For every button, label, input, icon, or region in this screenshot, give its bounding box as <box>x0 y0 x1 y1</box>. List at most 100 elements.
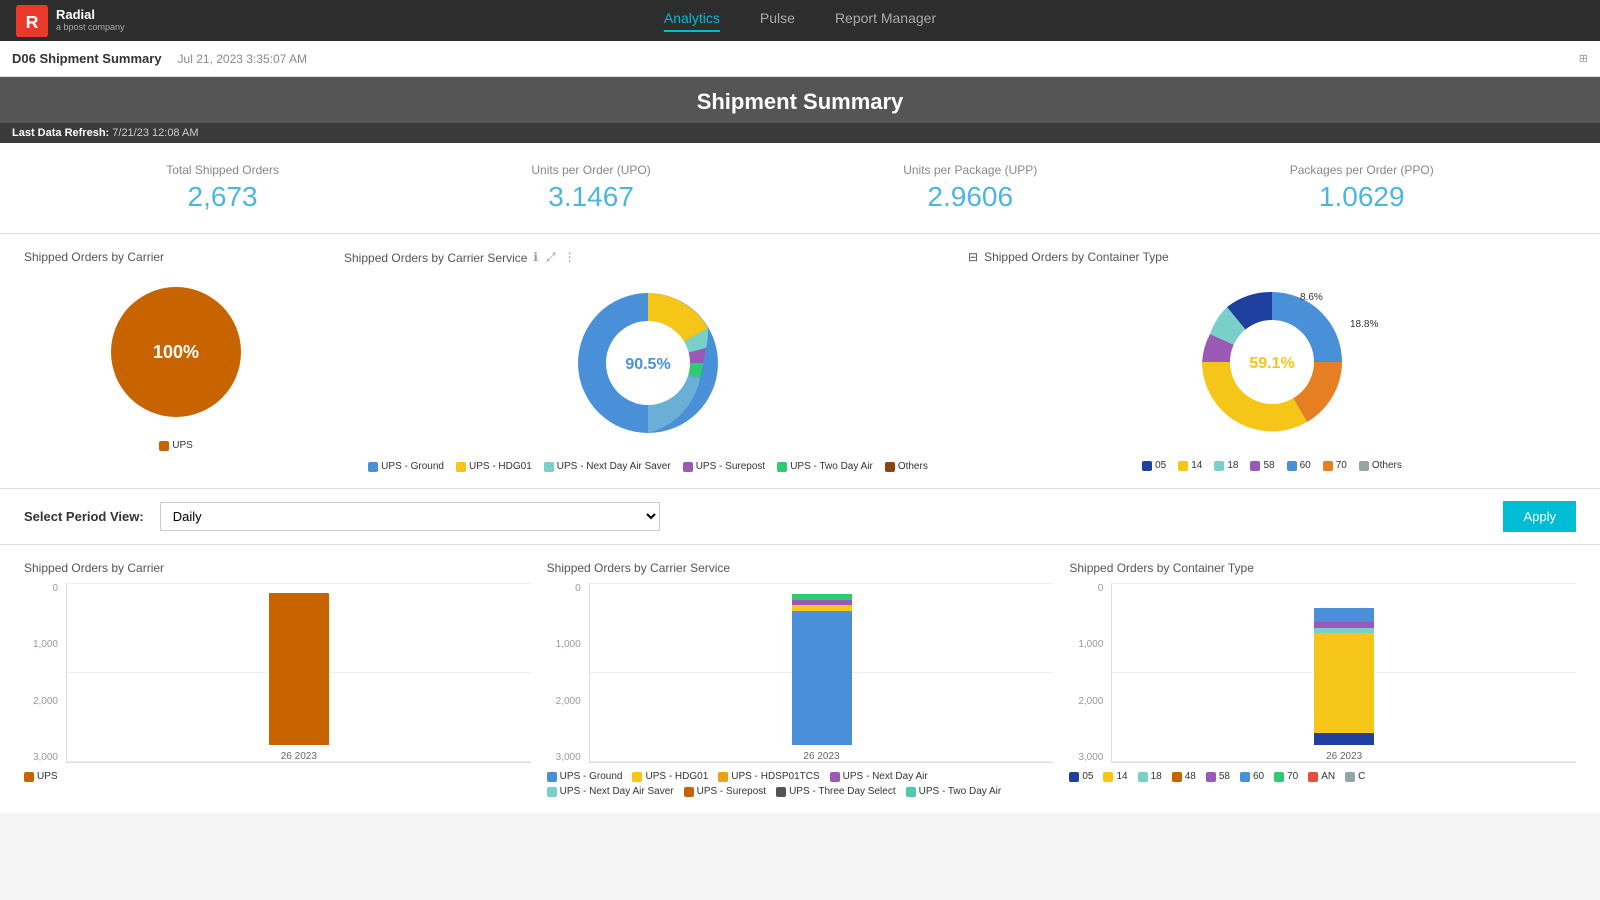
cs-stacked-bar <box>792 594 852 745</box>
more-icon[interactable]: ⋮ <box>564 250 576 265</box>
cs-bar-ground <box>792 611 852 745</box>
data-refresh-label: Last Data Refresh: <box>12 127 109 139</box>
cs-label-ground: UPS - Ground <box>560 771 623 782</box>
cs-label-hdsp01tcs: UPS - HDSP01TCS <box>731 771 819 782</box>
legend-dot-70 <box>1323 461 1333 471</box>
ct-dot-an <box>1308 772 1318 782</box>
period-select[interactable]: Daily Weekly Monthly <box>160 502 660 531</box>
cs-dot-nda-saver <box>547 787 557 797</box>
cs-bar-legend: UPS - Ground UPS - HDG01 UPS - HDSP01TCS… <box>547 771 1054 797</box>
legend-ups-hdg01: UPS - HDG01 <box>456 461 532 472</box>
ct-legend-60: 60 <box>1240 771 1264 782</box>
cs-legend-hdg01: UPS - HDG01 <box>632 771 708 782</box>
ct-bar-14 <box>1314 633 1374 733</box>
ct-y-axis: 3,000 2,000 1,000 0 <box>1069 583 1107 763</box>
legend-label-con-others: Others <box>1372 460 1402 471</box>
expand-icon[interactable]: ⤢ <box>546 250 556 265</box>
sub-header: D06 Shipment Summary Jul 21, 2023 3:35:0… <box>0 41 1600 77</box>
legend-label-60: 60 <box>1300 460 1311 471</box>
sub-header-date: Jul 21, 2023 3:35:07 AM <box>178 52 307 66</box>
legend-ups-twoday: UPS - Two Day Air <box>777 461 873 472</box>
period-label: Select Period View: <box>24 509 144 524</box>
ct-dot-c <box>1345 772 1355 782</box>
legend-label-twoday: UPS - Two Day Air <box>790 461 873 472</box>
legend-label-nextday: UPS - Next Day Air Saver <box>557 461 671 472</box>
kpi-upp-value: 2.9606 <box>903 181 1037 213</box>
container-pie-title: ⊟ Shipped Orders by Container Type <box>968 250 1169 264</box>
ct-legend-58: 58 <box>1206 771 1230 782</box>
cs-legend-surepost: UPS - Surepost <box>684 786 766 797</box>
legend-label-others: Others <box>898 461 928 472</box>
legend-ups-others: Others <box>885 461 928 472</box>
ct-bar-05 <box>1314 733 1374 745</box>
legend-dot-twoday <box>777 462 787 472</box>
container-pie-panel: ⊟ Shipped Orders by Container Type 59.1% <box>968 250 1576 472</box>
ct-legend-70: 70 <box>1274 771 1298 782</box>
carrier-pie-title: Shipped Orders by Carrier <box>24 250 164 264</box>
cs-bar-label: 26 2023 <box>803 751 839 762</box>
cs-label-surepost: UPS - Surepost <box>697 786 766 797</box>
legend-dot-others <box>885 462 895 472</box>
ct-dot-05 <box>1069 772 1079 782</box>
nav-report-manager[interactable]: Report Manager <box>835 10 936 32</box>
legend-label-hdg01: UPS - HDG01 <box>469 461 532 472</box>
nav-pulse[interactable]: Pulse <box>760 10 795 32</box>
carrier-service-bar-title: Shipped Orders by Carrier Service <box>547 561 1054 575</box>
carrier-service-bar-panel: Shipped Orders by Carrier Service 3,000 … <box>547 561 1054 797</box>
nav-analytics[interactable]: Analytics <box>664 10 720 32</box>
kpi-ppo-value: 1.0629 <box>1290 181 1434 213</box>
svg-text:59.1%: 59.1% <box>1249 355 1294 372</box>
legend-label-14: 14 <box>1191 460 1202 471</box>
pie-charts-section: Shipped Orders by Carrier 100% UPS Shipp… <box>0 234 1600 489</box>
ct-dot-70 <box>1274 772 1284 782</box>
carrier-bar-panel: Shipped Orders by Carrier 3,000 2,000 1,… <box>24 561 531 797</box>
legend-dot-18 <box>1214 461 1224 471</box>
ct-label-70: 70 <box>1287 771 1298 782</box>
ct-bar-60 <box>1314 608 1374 622</box>
carrier-bar-title: Shipped Orders by Carrier <box>24 561 531 575</box>
info-icon[interactable]: ℹ <box>533 250 538 265</box>
carrier-bar-legend: UPS <box>24 771 531 782</box>
ct-stacked-bar <box>1314 608 1374 745</box>
legend-label-05: 05 <box>1155 460 1166 471</box>
ct-legend-18: 18 <box>1138 771 1162 782</box>
ct-label-60: 60 <box>1253 771 1264 782</box>
legend-dot-hdg01 <box>456 462 466 472</box>
ct-label-05: 05 <box>1082 771 1093 782</box>
legend-ups-surepost: UPS - Surepost <box>683 461 765 472</box>
ct-label-58: 58 <box>1219 771 1230 782</box>
page-title-bar: Shipment Summary <box>0 77 1600 123</box>
legend-container-60: 60 <box>1287 460 1311 471</box>
legend-dot-nextday <box>544 462 554 472</box>
cs-legend-ground: UPS - Ground <box>547 771 623 782</box>
cs-label-nda-saver: UPS - Next Day Air Saver <box>560 786 674 797</box>
carrier-bar-ups <box>269 593 329 745</box>
carrier-bar-label-ups: UPS <box>37 771 58 782</box>
data-refresh-value: 7/21/23 12:08 AM <box>112 127 198 139</box>
ct-y-2000: 2,000 <box>1069 696 1103 707</box>
carrier-bar-group: 26 2023 <box>269 593 329 762</box>
legend-dot-ground <box>368 462 378 472</box>
legend-dot-surepost <box>683 462 693 472</box>
carrier-bars: 26 2023 <box>67 583 531 762</box>
legend-label-ground: UPS - Ground <box>381 461 444 472</box>
cs-bar-group: 26 2023 <box>792 594 852 762</box>
kpi-total-shipped-label: Total Shipped Orders <box>166 163 279 177</box>
legend-dot-con-others <box>1359 461 1369 471</box>
carrier-bar-legend-ups: UPS <box>24 771 58 782</box>
sub-header-icon: ⊞ <box>1579 52 1588 65</box>
ct-bar-legend: 05 14 18 48 58 60 <box>1069 771 1576 782</box>
svg-text:R: R <box>26 12 39 32</box>
logo-area: R Radial a bpost company <box>16 5 125 37</box>
ct-y-1000: 1,000 <box>1069 639 1103 650</box>
cs-legend-hdsp01tcs: UPS - HDSP01TCS <box>718 771 819 782</box>
ct-y-3000: 3,000 <box>1069 752 1103 763</box>
kpi-upo-label: Units per Order (UPO) <box>531 163 650 177</box>
legend-ups: UPS <box>159 440 193 451</box>
carrier-pie-panel: Shipped Orders by Carrier 100% UPS <box>24 250 328 472</box>
carrier-bar-dot-ups <box>24 772 34 782</box>
apply-button[interactable]: Apply <box>1503 501 1576 532</box>
company-sub: a bpost company <box>56 23 125 33</box>
cs-legend-nda-saver: UPS - Next Day Air Saver <box>547 786 674 797</box>
ct-dot-18 <box>1138 772 1148 782</box>
